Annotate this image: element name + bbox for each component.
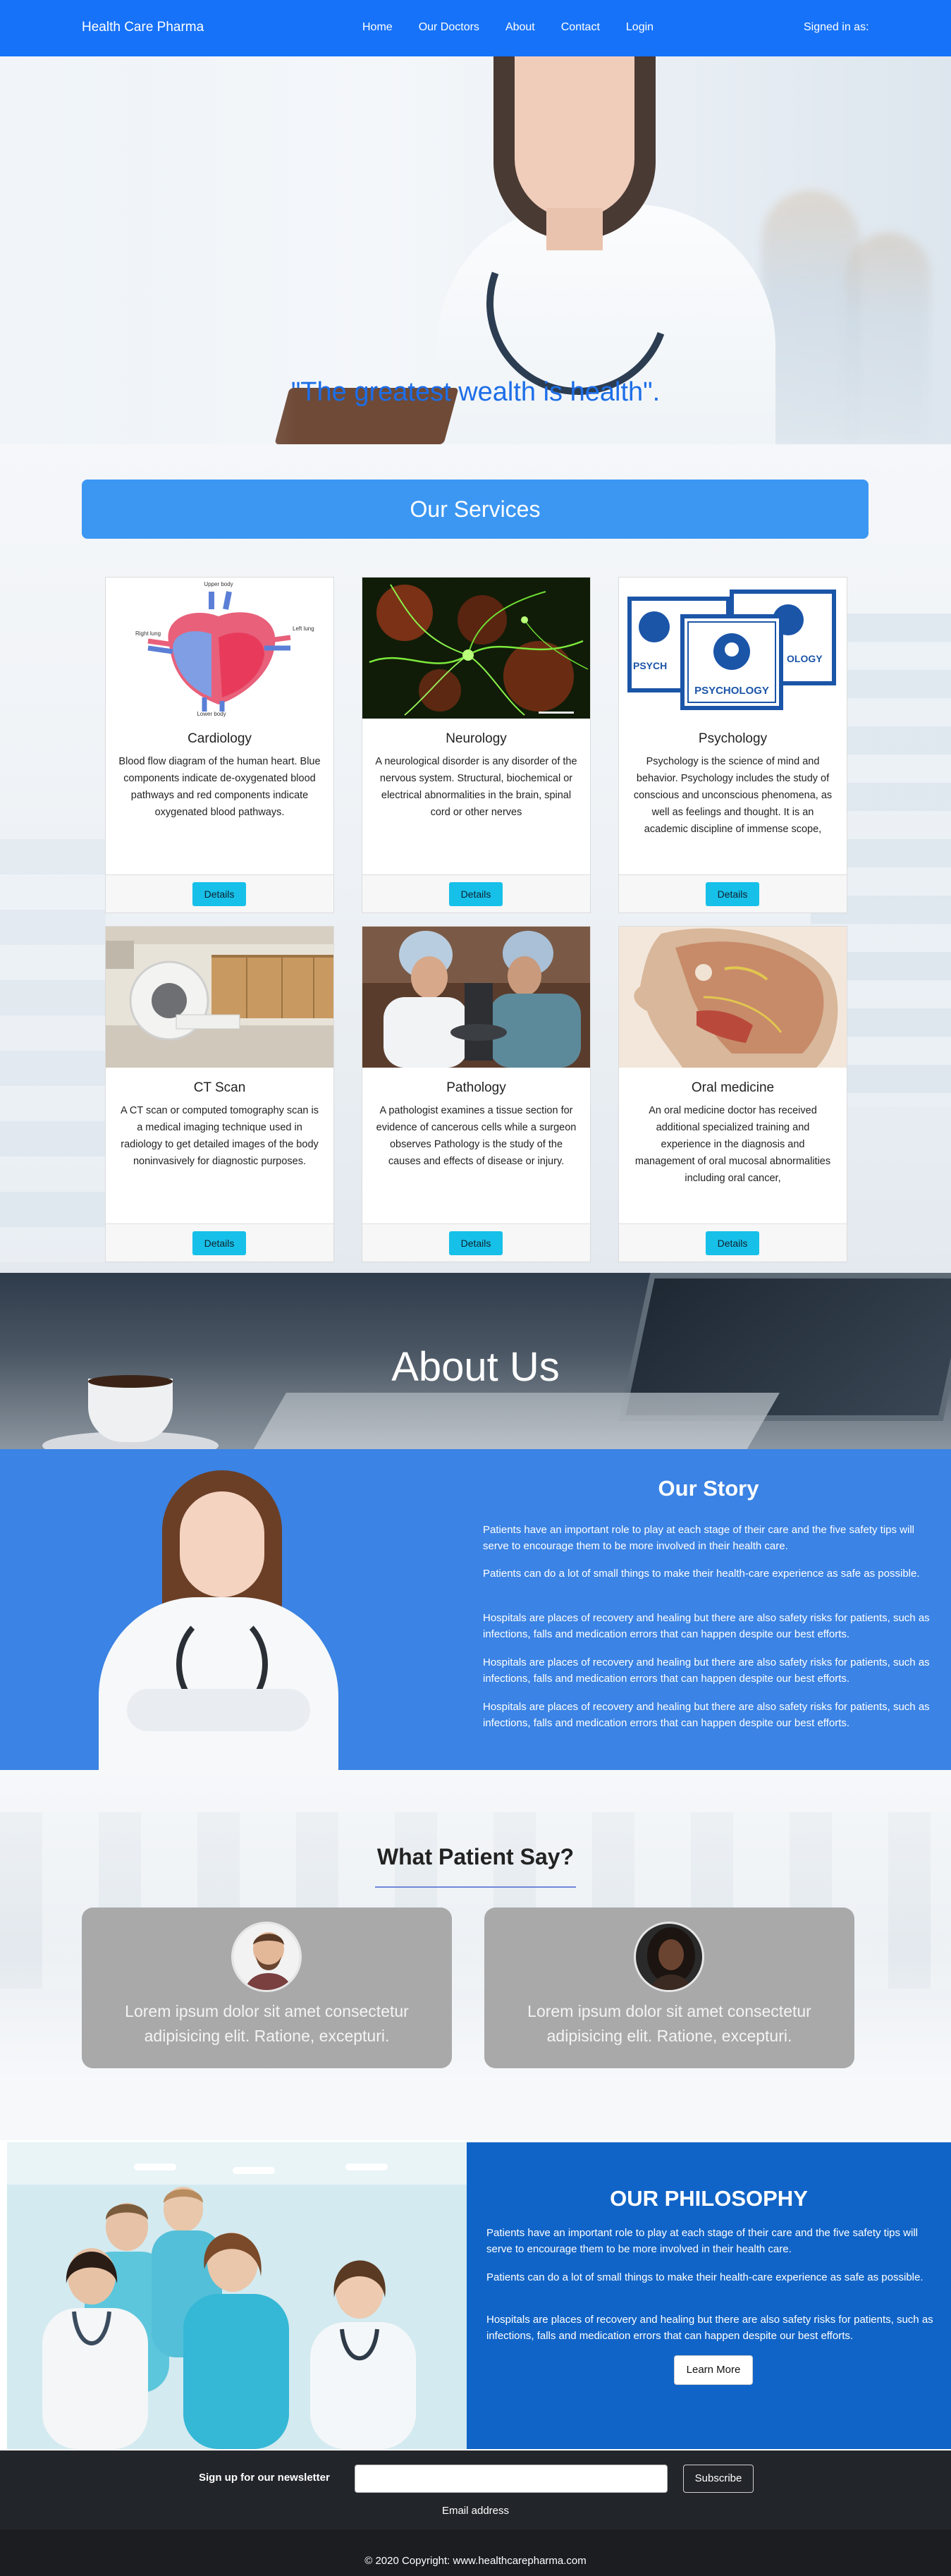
footer: © 2020 Copyright: www.healthcarepharma.c… [0, 2529, 951, 2576]
signed-in-text: Signed in as: [804, 21, 869, 33]
philosophy-paragraph: Patients can do a lot of small things to… [486, 2271, 924, 2283]
testimonials-heading: What Patient Say? [376, 1844, 575, 1869]
service-card-ct-scan: CT Scan A CT scan or computed tomography… [105, 926, 334, 1262]
testimonial-card: Lorem ipsum dolor sit amet consectetur a… [82, 1907, 452, 2068]
card-description: A CT scan or computed tomography scan is… [120, 1105, 319, 1167]
card-title: Pathology [446, 1080, 506, 1095]
psychology-sign-left-text: PSYCH [633, 660, 667, 671]
heart-label-right-lung: Right lung [135, 630, 161, 637]
newsletter-label: Sign up for our newsletter [199, 2472, 330, 2484]
story-paragraph: Patients can do a lot of small things to… [483, 1568, 920, 1580]
heart-label-left-lung: Left lung [293, 625, 314, 632]
card-description: A neurological disorder is any disorder … [375, 756, 577, 818]
hero-banner: "The greatest wealth is health". [0, 56, 951, 444]
card-footer: Details [362, 1223, 590, 1262]
crossed-arms-shape [127, 1689, 310, 1731]
card-description: Blood flow diagram of the human heart. B… [118, 756, 321, 818]
female-doctor-image [99, 1456, 338, 1770]
email-address-label: Email address [441, 2505, 510, 2517]
subscribe-button[interactable]: Subscribe [683, 2465, 754, 2493]
patient-avatar-male [231, 1922, 302, 1992]
oral-medicine-details-button[interactable]: Details [706, 1231, 759, 1255]
heart-label-lower: Lower body [197, 711, 226, 717]
newsletter-section: Sign up for our newsletter Subscribe Ema… [0, 2450, 951, 2529]
card-description: Psychology is the science of mind and be… [633, 756, 833, 835]
brand-link[interactable]: Health Care Pharma [82, 20, 204, 35]
pathology-details-button[interactable]: Details [449, 1231, 503, 1255]
story-paragraph: Hospitals are places of recovery and hea… [483, 1701, 930, 1729]
philosophy-paragraph: Hospitals are places of recovery and hea… [486, 2314, 933, 2342]
card-footer: Details [619, 874, 847, 912]
testimonial-text: Lorem ipsum dolor sit amet consectetur a… [125, 2002, 409, 2045]
learn-more-button[interactable]: Learn More [674, 2355, 753, 2385]
heart-label-upper: Upper body [204, 581, 233, 587]
newsletter-email-input[interactable] [355, 2465, 668, 2493]
patient-avatar-female [634, 1922, 704, 1992]
nav-home-link[interactable]: Home [362, 21, 393, 34]
testimonial-card: Lorem ipsum dolor sit amet consectetur a… [484, 1907, 854, 2068]
navbar: Health Care Pharma Home Our Doctors Abou… [0, 0, 951, 56]
keyboard-image [250, 1393, 780, 1449]
heading-underline [375, 1886, 576, 1888]
story-paragraph: Hospitals are places of recovery and hea… [483, 1656, 930, 1685]
testimonial-text: Lorem ipsum dolor sit amet consectetur a… [527, 2002, 811, 2045]
card-title: Neurology [446, 731, 507, 746]
testimonials-section: What Patient Say? Lorem ipsum dolor sit … [0, 1770, 951, 2140]
services-section: Our Services Upper body Right lung Left … [0, 444, 951, 1273]
psychology-sign-right-text: OLOGY [787, 653, 823, 664]
doctor-face-shape [515, 56, 634, 219]
head-anatomy-image [619, 927, 847, 1068]
background-person-image [846, 233, 931, 444]
psychology-sign-text: PSYCHOLOGY [694, 685, 769, 697]
cardiology-details-button[interactable]: Details [192, 882, 246, 906]
our-story-heading: Our Story [658, 1476, 759, 1501]
psychology-details-button[interactable]: Details [706, 882, 759, 906]
psychology-signs-image: PSYCH OLOGY PSYCHOLOGY [619, 578, 847, 719]
card-description: A pathologist examines a tissue section … [376, 1105, 577, 1167]
ct-scan-details-button[interactable]: Details [192, 1231, 246, 1255]
nav-links: Home Our Doctors About Contact Login [362, 21, 680, 34]
nav-contact-link[interactable]: Contact [561, 21, 600, 34]
philosophy-panel: OUR PHILOSOPHY Patients have an importan… [467, 2142, 951, 2449]
service-card-oral-medicine: Oral medicine An oral medicine doctor ha… [618, 926, 847, 1262]
nav-login-link[interactable]: Login [626, 21, 654, 34]
service-card-cardiology: Upper body Right lung Left lung Lower bo… [105, 577, 334, 913]
nav-about-link[interactable]: About [505, 21, 535, 34]
about-us-heading: About Us [391, 1344, 560, 1390]
card-title: Psychology [698, 731, 768, 746]
hero-quote: "The greatest wealth is health". [290, 377, 661, 407]
heart-diagram-image: Upper body Right lung Left lung Lower bo… [106, 578, 333, 719]
pathologists-microscope-image [362, 927, 590, 1068]
services-heading-banner: Our Services [82, 480, 869, 539]
story-paragraph: Hospitals are places of recovery and hea… [483, 1612, 930, 1640]
services-heading: Our Services [410, 496, 541, 522]
hospital-building-background [0, 839, 106, 1262]
philosophy-section: OUR PHILOSOPHY Patients have an importan… [0, 2140, 951, 2450]
doctor-face-shape [180, 1491, 264, 1597]
copyright-text: © 2020 Copyright: www.healthcarepharma.c… [364, 2555, 587, 2567]
card-footer: Details [619, 1223, 847, 1262]
card-footer: Details [106, 1223, 333, 1262]
our-story-section: Our Story Patients have an important rol… [0, 1449, 951, 1770]
philosophy-paragraph: Patients have an important role to play … [486, 2227, 919, 2255]
card-footer: Details [362, 874, 590, 912]
service-card-psychology: PSYCH OLOGY PSYCHOLOGY Psychology Psycho… [618, 577, 847, 913]
philosophy-heading: OUR PHILOSOPHY [610, 2186, 808, 2211]
neuron-micrograph-image [362, 578, 590, 719]
card-title: Cardiology [188, 731, 252, 746]
service-card-pathology: Pathology A pathologist examines a tissu… [362, 926, 591, 1262]
story-paragraph: Patients have an important role to play … [483, 1524, 915, 1552]
card-title: Oral medicine [691, 1080, 775, 1095]
card-title: CT Scan [193, 1080, 246, 1095]
neurology-details-button[interactable]: Details [449, 882, 503, 906]
service-card-neurology: Neurology A neurological disorder is any… [362, 577, 591, 913]
card-footer: Details [106, 874, 333, 912]
card-description: An oral medicine doctor has received add… [634, 1105, 831, 1184]
nav-doctors-link[interactable]: Our Doctors [419, 21, 479, 34]
about-us-banner: About Us [0, 1273, 951, 1449]
medical-team-image [7, 2142, 467, 2449]
ct-scanner-room-image [106, 927, 333, 1068]
